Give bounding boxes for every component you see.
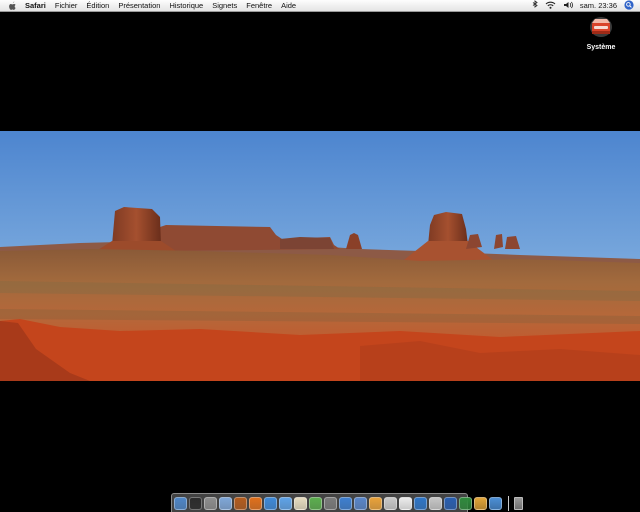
dock-icon-system-preferences[interactable]: [204, 496, 217, 510]
desktop-icon-label: Système: [586, 44, 616, 51]
menu-aide[interactable]: Aide: [281, 0, 296, 11]
menu-fichier[interactable]: Fichier: [55, 0, 78, 11]
desktop-wallpaper: [0, 131, 640, 381]
dock-icon-dashboard[interactable]: [189, 496, 202, 510]
dock-icon-app-store[interactable]: [339, 496, 352, 510]
dock-icon-pages[interactable]: [369, 496, 382, 510]
desktop-icon-systeme[interactable]: Système: [583, 16, 619, 51]
dock-icon-finder[interactable]: [174, 496, 187, 510]
dock-icon-photo-booth[interactable]: [429, 496, 442, 510]
dock-icon-textedit[interactable]: [294, 496, 307, 510]
dock-icon-ichat[interactable]: [279, 496, 292, 510]
hard-drive-icon: [589, 17, 613, 42]
bluetooth-icon[interactable]: [532, 0, 538, 11]
menu-extras: sam. 23:36: [525, 0, 634, 11]
dock-icon-garageband[interactable]: [474, 496, 487, 510]
menu-app-name[interactable]: Safari: [25, 0, 46, 11]
dock-icon-network-utility[interactable]: [489, 496, 502, 510]
menu-historique[interactable]: Historique: [169, 0, 203, 11]
menu-fenetre[interactable]: Fenêtre: [246, 0, 272, 11]
dock: [171, 493, 523, 512]
menu-edition[interactable]: Édition: [86, 0, 109, 11]
dock-icon-iphoto[interactable]: [324, 496, 337, 510]
menu-clock[interactable]: sam. 23:36: [580, 0, 617, 11]
volume-icon[interactable]: [563, 1, 573, 11]
apple-icon[interactable]: [8, 1, 18, 11]
dock-icon-word[interactable]: [444, 496, 457, 510]
dock-icon-safari[interactable]: [264, 496, 277, 510]
dock-icon-mail[interactable]: [219, 496, 232, 510]
wifi-icon[interactable]: [545, 1, 556, 11]
menu-signets[interactable]: Signets: [212, 0, 237, 11]
dock-separator: [508, 495, 509, 511]
dock-icon-xcode[interactable]: [354, 496, 367, 510]
trash-icon[interactable]: [514, 496, 523, 510]
spotlight-icon[interactable]: [624, 0, 634, 12]
menu-bar: Safari Fichier Édition Présentation Hist…: [0, 0, 640, 12]
dock-icon-ical[interactable]: [399, 496, 412, 510]
dock-icon-itunes[interactable]: [309, 496, 322, 510]
dock-icon-excel[interactable]: [459, 496, 472, 510]
dock-icon-internet-explorer[interactable]: [414, 496, 427, 510]
dock-icon-address-book[interactable]: [234, 496, 247, 510]
dock-icon-preview[interactable]: [384, 496, 397, 510]
dock-icon-firefox[interactable]: [249, 496, 262, 510]
menu-presentation[interactable]: Présentation: [118, 0, 160, 11]
